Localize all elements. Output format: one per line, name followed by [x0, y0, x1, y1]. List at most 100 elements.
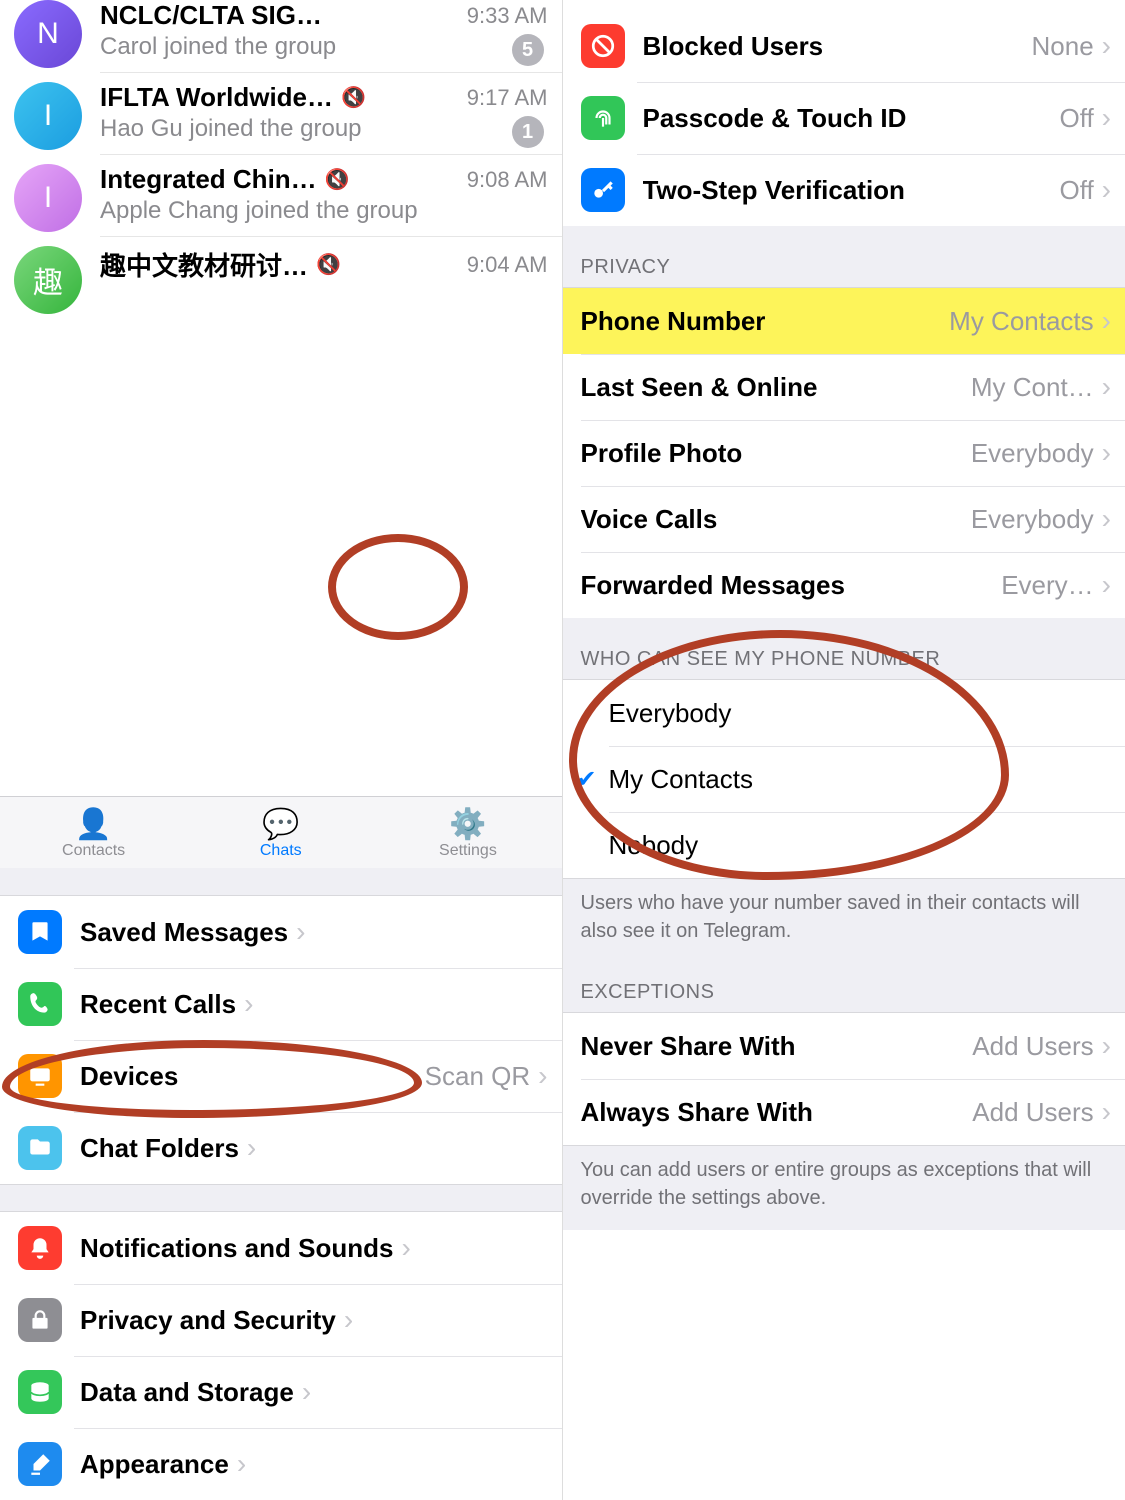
row-notifications[interactable]: Notifications and Sounds ›: [0, 1212, 562, 1284]
row-recent-calls[interactable]: Recent Calls ›: [0, 968, 562, 1040]
chevron-right-icon: ›: [538, 1060, 547, 1092]
row-label: Two-Step Verification: [643, 175, 905, 206]
chevron-right-icon: ›: [1102, 174, 1111, 206]
gear-icon: ⚙️: [449, 810, 486, 840]
row-label: Passcode & Touch ID: [643, 103, 907, 134]
row-data-storage[interactable]: Data and Storage ›: [0, 1356, 562, 1428]
chat-time: 9:33 AM: [467, 3, 548, 29]
row-devices[interactable]: Devices Scan QR ›: [0, 1040, 562, 1112]
database-icon: [18, 1370, 62, 1414]
row-saved-messages[interactable]: Saved Messages ›: [0, 896, 562, 968]
who-options-group: Everybody ✔ My Contacts Nobody: [563, 680, 1125, 878]
unread-badge: 1: [512, 116, 544, 148]
row-value: Add Users: [962, 1031, 1093, 1062]
right-panel: Blocked Users None › Passcode & Touch ID…: [563, 0, 1125, 1500]
chevron-right-icon: ›: [1102, 30, 1111, 62]
row-label: Notifications and Sounds: [80, 1233, 393, 1264]
avatar: I: [14, 82, 82, 150]
chat-time: 9:17 AM: [467, 85, 548, 111]
option-label: Everybody: [609, 698, 732, 729]
devices-icon: [18, 1054, 62, 1098]
chevron-right-icon: ›: [1102, 1096, 1111, 1128]
row-label: Blocked Users: [643, 31, 824, 62]
option-everybody[interactable]: Everybody: [563, 680, 1125, 746]
row-always-share[interactable]: Always Share With Add Users ›: [563, 1079, 1125, 1145]
section-footer: Users who have your number saved in thei…: [563, 878, 1125, 963]
row-chat-folders[interactable]: Chat Folders ›: [0, 1112, 562, 1184]
row-passcode[interactable]: Passcode & Touch ID Off ›: [563, 82, 1125, 154]
settings-group-general: Saved Messages › Recent Calls › Devices …: [0, 896, 562, 1184]
tab-label: Settings: [439, 842, 497, 860]
exceptions-group: Never Share With Add Users › Always Shar…: [563, 1013, 1125, 1145]
row-voice-calls[interactable]: Voice Calls Everybody ›: [563, 486, 1125, 552]
row-label: Phone Number: [581, 306, 766, 337]
avatar: I: [14, 164, 82, 232]
contacts-icon: 👤: [75, 810, 112, 840]
chat-time: 9:08 AM: [467, 167, 548, 193]
row-forwarded[interactable]: Forwarded Messages Every… ›: [563, 552, 1125, 618]
section-header-exceptions: EXCEPTIONS: [563, 963, 1125, 1013]
row-label: Recent Calls: [80, 989, 236, 1020]
security-group: Blocked Users None › Passcode & Touch ID…: [563, 0, 1125, 226]
bell-icon: [18, 1226, 62, 1270]
row-value: Off: [1049, 103, 1093, 134]
row-label: Devices: [80, 1061, 178, 1092]
row-label: Always Share With: [581, 1097, 813, 1128]
key-icon: [581, 168, 625, 212]
row-blocked-users[interactable]: Blocked Users None ›: [563, 10, 1125, 82]
row-phone-number[interactable]: Phone Number My Contacts ›: [563, 288, 1125, 354]
chat-list: N NCLC/CLTA SIG… 9:33 AM Carol joined th…: [0, 0, 562, 318]
section-header-privacy: PRIVACY: [563, 226, 1125, 288]
chevron-right-icon: ›: [344, 1304, 353, 1336]
lock-icon: [18, 1298, 62, 1342]
option-label: My Contacts: [609, 764, 754, 795]
avatar: N: [14, 0, 82, 68]
row-label: Privacy and Security: [80, 1305, 336, 1336]
mute-icon: 🔇: [325, 167, 350, 192]
row-appearance[interactable]: Appearance ›: [0, 1428, 562, 1500]
chevron-right-icon: ›: [247, 1132, 256, 1164]
row-label: Never Share With: [581, 1031, 796, 1062]
chevron-right-icon: ›: [244, 988, 253, 1020]
option-my-contacts[interactable]: ✔ My Contacts: [563, 746, 1125, 812]
tab-settings[interactable]: ⚙️ Settings: [374, 797, 561, 868]
chevron-right-icon: ›: [237, 1448, 246, 1480]
chevron-right-icon: ›: [1102, 102, 1111, 134]
chat-item[interactable]: I IFLTA Worldwide… 🔇 9:17 AM Hao Gu join…: [0, 72, 562, 154]
row-value: Off: [1049, 175, 1093, 206]
row-profile-photo[interactable]: Profile Photo Everybody ›: [563, 420, 1125, 486]
chat-subtitle: Carol joined the group: [100, 33, 548, 61]
chevron-right-icon: ›: [1102, 1030, 1111, 1062]
blocked-icon: [581, 24, 625, 68]
section-footer: You can add users or entire groups as ex…: [563, 1145, 1125, 1230]
folder-icon: [18, 1126, 62, 1170]
row-label: Profile Photo: [581, 438, 743, 469]
brush-icon: [18, 1442, 62, 1486]
row-two-step[interactable]: Two-Step Verification Off ›: [563, 154, 1125, 226]
row-value: Scan QR: [415, 1061, 531, 1092]
chevron-right-icon: ›: [302, 1376, 311, 1408]
chat-item[interactable]: N NCLC/CLTA SIG… 9:33 AM Carol joined th…: [0, 0, 562, 72]
option-nobody[interactable]: Nobody: [563, 812, 1125, 878]
phone-icon: [18, 982, 62, 1026]
bookmark-icon: [18, 910, 62, 954]
chat-item[interactable]: I Integrated Chin… 🔇 9:08 AM Apple Chang…: [0, 154, 562, 236]
chat-name: IFLTA Worldwide…: [100, 82, 333, 113]
tab-contacts[interactable]: 👤 Contacts: [0, 797, 187, 868]
row-label: Appearance: [80, 1449, 229, 1480]
row-never-share[interactable]: Never Share With Add Users ›: [563, 1013, 1125, 1079]
mute-icon: 🔇: [341, 85, 366, 110]
chevron-right-icon: ›: [1102, 437, 1111, 469]
row-label: Chat Folders: [80, 1133, 239, 1164]
row-last-seen[interactable]: Last Seen & Online My Cont… ›: [563, 354, 1125, 420]
tab-chats[interactable]: 💬 Chats: [187, 797, 374, 868]
mute-icon: 🔇: [316, 252, 341, 277]
chat-item[interactable]: 趣 趣中文教材研讨… 🔇 9:04 AM: [0, 236, 562, 318]
section-header-who: WHO CAN SEE MY PHONE NUMBER: [563, 618, 1125, 680]
row-label: Voice Calls: [581, 504, 718, 535]
chevron-right-icon: ›: [296, 916, 305, 948]
row-privacy-security[interactable]: Privacy and Security ›: [0, 1284, 562, 1356]
chat-time: 9:04 AM: [467, 252, 548, 278]
chat-name: NCLC/CLTA SIG…: [100, 0, 322, 31]
unread-badge: 5: [512, 34, 544, 66]
